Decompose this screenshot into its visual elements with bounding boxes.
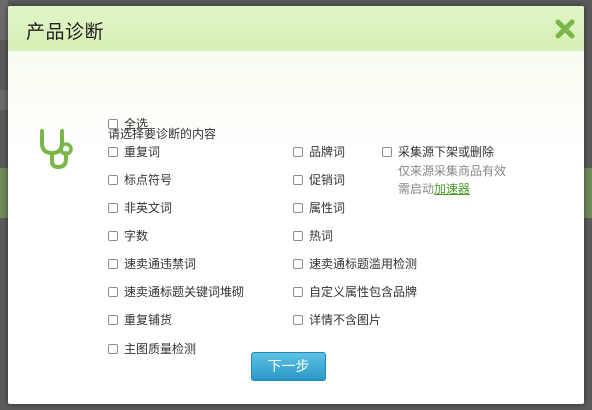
option-checkbox[interactable]: 热词 bbox=[293, 227, 333, 244]
checkbox[interactable] bbox=[293, 286, 303, 297]
source-note: 仅来源采集商品有效 bbox=[398, 164, 507, 178]
backdrop-strip bbox=[584, 168, 592, 218]
checkbox-label: 重复铺货 bbox=[124, 313, 173, 327]
dialog-titlebar: 产品诊断 bbox=[8, 6, 584, 51]
checkbox-label: 速卖通标题滥用检测 bbox=[309, 257, 418, 271]
option-checkbox[interactable]: 速卖通标题滥用检测 bbox=[293, 255, 417, 272]
checkbox[interactable] bbox=[382, 146, 392, 157]
next-button[interactable]: 下一步 bbox=[251, 352, 326, 381]
select-all-checkbox[interactable]: 全选 bbox=[108, 115, 148, 132]
backdrop-strip bbox=[0, 168, 8, 218]
checkbox-label: 属性词 bbox=[309, 201, 346, 215]
checkbox[interactable] bbox=[108, 314, 118, 325]
accelerator-link[interactable]: 加速器 bbox=[434, 182, 470, 196]
checkbox-label: 热词 bbox=[309, 229, 334, 243]
checkbox[interactable] bbox=[108, 286, 118, 297]
backdrop-strip bbox=[0, 90, 8, 110]
checkbox-label: 采集源下架或删除 bbox=[398, 145, 495, 159]
checkbox-label: 促销词 bbox=[309, 173, 346, 187]
close-icon[interactable] bbox=[554, 18, 576, 40]
option-checkbox[interactable]: 速卖通违禁词 bbox=[108, 255, 196, 272]
checkbox-label: 标点符号 bbox=[124, 173, 173, 187]
stethoscope-icon bbox=[36, 127, 76, 175]
source-removed-checkbox[interactable]: 采集源下架或删除 bbox=[382, 143, 494, 160]
checkbox-label: 主图质量检测 bbox=[124, 342, 197, 356]
checkbox-label: 详情不含图片 bbox=[309, 313, 382, 327]
checkbox[interactable] bbox=[293, 146, 303, 157]
checkbox[interactable] bbox=[108, 174, 118, 185]
checkbox[interactable] bbox=[108, 343, 118, 354]
checkbox-label: 速卖通标题关键词堆砌 bbox=[124, 285, 245, 299]
accelerator-note: 需启动加速器 bbox=[398, 180, 470, 197]
option-checkbox[interactable]: 自定义属性包含品牌 bbox=[293, 283, 417, 300]
checkbox[interactable] bbox=[293, 314, 303, 325]
checkbox-label: 速卖通违禁词 bbox=[124, 257, 197, 271]
option-checkbox[interactable]: 重复词 bbox=[108, 143, 160, 160]
checkbox-label: 字数 bbox=[124, 229, 149, 243]
option-checkbox[interactable]: 主图质量检测 bbox=[108, 340, 196, 357]
checkbox[interactable] bbox=[108, 146, 118, 157]
backdrop-strip bbox=[0, 0, 8, 40]
checkbox[interactable] bbox=[108, 258, 118, 269]
option-checkbox[interactable]: 品牌词 bbox=[293, 143, 345, 160]
checkbox[interactable] bbox=[293, 174, 303, 185]
checkbox-label: 品牌词 bbox=[309, 145, 346, 159]
option-checkbox[interactable]: 非英文词 bbox=[108, 199, 172, 216]
option-checkbox[interactable]: 速卖通标题关键词堆砌 bbox=[108, 283, 244, 300]
option-checkbox[interactable]: 重复铺货 bbox=[108, 311, 172, 328]
option-checkbox[interactable]: 详情不含图片 bbox=[293, 311, 381, 328]
option-checkbox[interactable]: 字数 bbox=[108, 227, 148, 244]
option-checkbox[interactable]: 属性词 bbox=[293, 199, 345, 216]
option-checkbox[interactable]: 促销词 bbox=[293, 171, 345, 188]
checkbox[interactable] bbox=[108, 202, 118, 213]
dialog-title: 产品诊断 bbox=[26, 21, 105, 43]
checkbox[interactable] bbox=[108, 118, 118, 129]
checkbox[interactable] bbox=[108, 230, 118, 241]
checkbox-label: 重复词 bbox=[124, 145, 161, 159]
checkbox-label: 自定义属性包含品牌 bbox=[309, 285, 418, 299]
checkbox-label: 非英文词 bbox=[124, 201, 173, 215]
checkbox[interactable] bbox=[293, 202, 303, 213]
checkbox[interactable] bbox=[293, 230, 303, 241]
checkbox-label: 全选 bbox=[124, 117, 149, 131]
option-checkbox[interactable]: 标点符号 bbox=[108, 171, 172, 188]
accelerator-note-prefix: 需启动 bbox=[398, 182, 435, 196]
checkbox[interactable] bbox=[293, 258, 303, 269]
